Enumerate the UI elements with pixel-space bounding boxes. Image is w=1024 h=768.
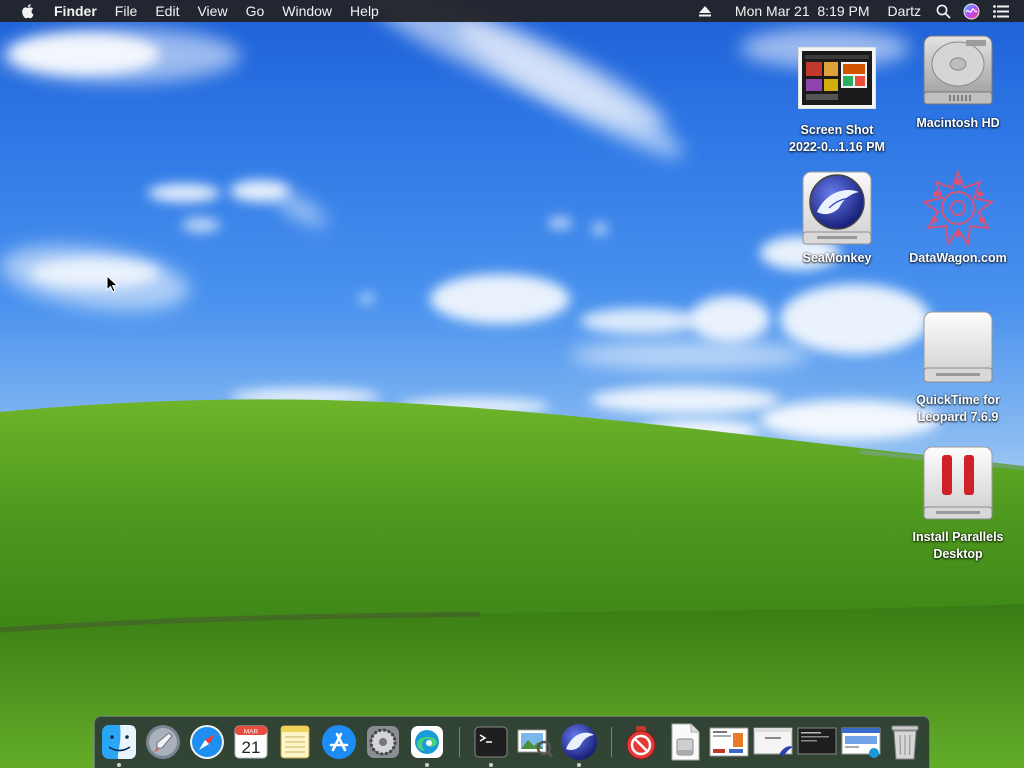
- menu-user-name[interactable]: Dartz: [879, 0, 930, 22]
- notes-icon[interactable]: [275, 722, 315, 762]
- calendar-icon[interactable]: MAR 21: [231, 722, 271, 762]
- terminal-icon[interactable]: [471, 722, 511, 762]
- desktop-icon-label: SeaMonkey: [802, 251, 872, 265]
- document-thumbnail-icon[interactable]: [709, 722, 749, 762]
- preview-icon[interactable]: [515, 722, 555, 762]
- menu-file[interactable]: File: [106, 0, 147, 22]
- desktop-icon-seamonkey[interactable]: SeaMonkey: [779, 168, 895, 267]
- desktop-icon-label: DataWagon.com: [909, 251, 1007, 265]
- dock-separator: [611, 727, 612, 757]
- menu-edit[interactable]: Edit: [146, 0, 188, 22]
- edge-icon[interactable]: [407, 722, 447, 762]
- dock: MAR 21: [94, 716, 930, 768]
- datawagon-logo-icon: [918, 168, 998, 248]
- menu-view[interactable]: View: [188, 0, 236, 22]
- desktop-icon-label: Macintosh HD: [916, 116, 1000, 130]
- dock-separator: [459, 727, 460, 757]
- hard-drive-icon: [918, 29, 998, 115]
- finder-icon[interactable]: [99, 722, 139, 762]
- trash-icon[interactable]: [885, 722, 925, 762]
- menu-window[interactable]: Window: [273, 0, 341, 22]
- browser-window-thumbnail-icon[interactable]: [841, 722, 881, 762]
- mouse-cursor-icon: [106, 275, 119, 293]
- parallels-disk-icon: [918, 443, 998, 523]
- system-preferences-icon[interactable]: [363, 722, 403, 762]
- menu-clock[interactable]: Mon Mar 21 8:19 PM: [726, 0, 879, 22]
- seamonkey-icon[interactable]: [559, 722, 599, 762]
- desktop-icon-screenshot[interactable]: Screen Shot 2022-0...1.16 PM: [779, 38, 895, 156]
- desktop-icon-label: QuickTime for Leopard 7.6.9: [916, 393, 1000, 424]
- eject-icon[interactable]: [692, 0, 718, 22]
- menu-bar: Finder File Edit View Go Window Help Mon…: [0, 0, 1024, 22]
- app-store-icon[interactable]: [319, 722, 359, 762]
- seamonkey-disk-icon: [797, 168, 877, 248]
- desktop-icon-datawagon[interactable]: DataWagon.com: [900, 168, 1016, 267]
- notification-center-icon[interactable]: [988, 0, 1014, 22]
- running-indicator: [425, 763, 429, 767]
- screenshot-thumbnail-icon: [797, 38, 877, 118]
- window-thumbnail-icon[interactable]: [753, 722, 793, 762]
- disk-image-icon[interactable]: [665, 722, 705, 762]
- running-indicator: [577, 763, 581, 767]
- calendar-day: 21: [242, 738, 261, 757]
- siri-icon[interactable]: [958, 0, 984, 22]
- spotlight-search-icon[interactable]: [930, 0, 956, 22]
- calendar-month: MAR: [244, 729, 259, 736]
- menu-go[interactable]: Go: [237, 0, 274, 22]
- dark-window-thumbnail-icon[interactable]: [797, 722, 837, 762]
- app-menu-finder[interactable]: Finder: [45, 0, 106, 22]
- external-drive-icon: [918, 306, 998, 386]
- safari-icon[interactable]: [187, 722, 227, 762]
- desktop-icon-label: Screen Shot 2022-0...1.16 PM: [789, 123, 885, 154]
- apple-logo-icon[interactable]: [17, 0, 39, 22]
- stop-sign-icon[interactable]: [621, 722, 661, 762]
- desktop-icon-macintosh-hd[interactable]: Macintosh HD: [900, 29, 1016, 132]
- desktop-icon-label: Install Parallels Desktop: [912, 530, 1004, 561]
- menu-help[interactable]: Help: [341, 0, 388, 22]
- desktop-icon-quicktime[interactable]: QuickTime for Leopard 7.6.9: [900, 306, 1016, 426]
- desktop-icon-parallels[interactable]: Install Parallels Desktop: [900, 443, 1016, 563]
- launchpad-icon[interactable]: [143, 722, 183, 762]
- running-indicator: [117, 763, 121, 767]
- running-indicator: [489, 763, 493, 767]
